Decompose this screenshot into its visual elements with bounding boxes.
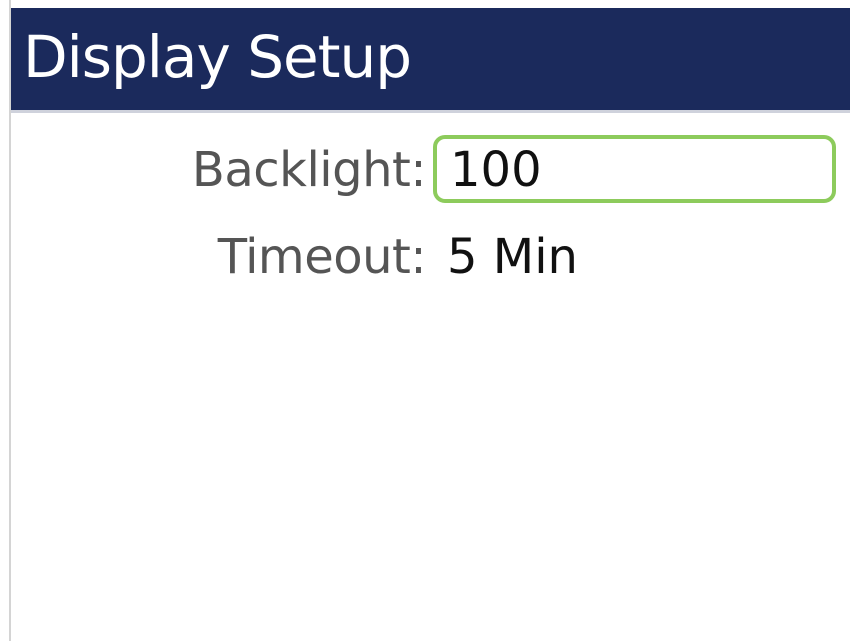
- setting-row-timeout[interactable]: Timeout: 5 Min: [11, 222, 850, 292]
- page-title: Display Setup: [23, 23, 412, 91]
- timeout-label: Timeout:: [217, 229, 427, 285]
- setting-row-backlight[interactable]: Backlight: 100: [11, 135, 850, 205]
- timeout-value[interactable]: 5 Min: [447, 226, 578, 288]
- title-divider: [11, 110, 850, 113]
- backlight-value-field[interactable]: 100: [433, 135, 836, 203]
- title-bar: Display Setup: [11, 8, 850, 110]
- display-setup-screen: Display Setup Backlight: 100 Timeout: 5 …: [0, 0, 850, 641]
- backlight-value: 100: [450, 142, 542, 198]
- backlight-label: Backlight:: [191, 142, 427, 198]
